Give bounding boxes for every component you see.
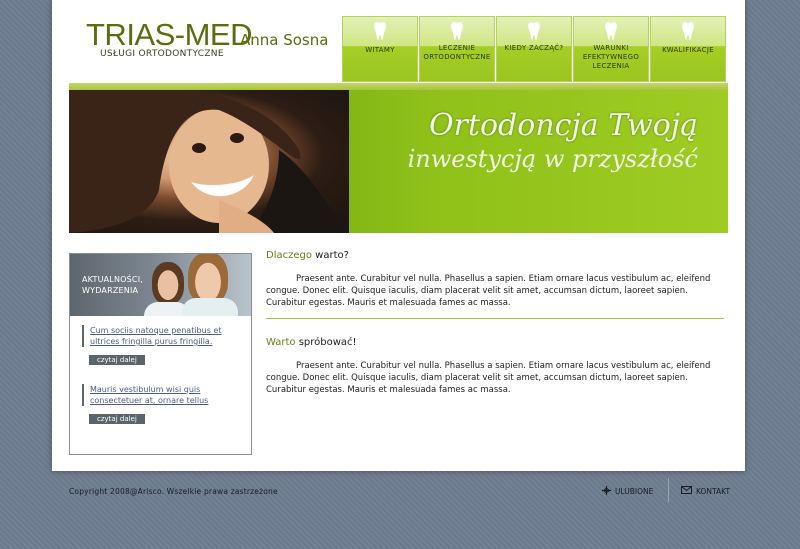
nav-label: KIEDY ZACZĄĆ? <box>504 44 564 52</box>
child-photo <box>69 87 349 233</box>
logo[interactable]: TRIAS-MED Anna Sosna USŁUGI ORTODONTYCZN… <box>86 18 346 68</box>
tooth-icon <box>420 21 494 43</box>
favorites-link[interactable]: ULUBIONE <box>602 486 653 497</box>
section-divider <box>266 318 724 319</box>
tooth-icon <box>651 21 725 43</box>
hero-banner: Ortodoncja Twoją inwestycją w przyszłość <box>69 83 728 233</box>
banner-title-line2: inwestycją w przyszłość <box>407 145 698 173</box>
news-link[interactable]: Mauris vestibulum wisi quis consectetuer… <box>90 384 240 406</box>
logo-main-text: TRIAS-MED <box>86 17 253 52</box>
favorites-label: ULUBIONE <box>615 487 654 496</box>
news-box: AKTUALNOŚCI, WYDARZENIA Cum sociis natoq… <box>69 253 252 455</box>
section-body: Praesent ante. Curabitur vel nulla. Phas… <box>266 274 711 308</box>
main-content: Dlaczego warto? Praesent ante. Curabitur… <box>266 250 724 396</box>
tooth-icon <box>343 21 417 43</box>
nav-label: WARUNKI EFEKTYWNEGO LECZENIA <box>582 44 640 70</box>
section-heading: Warto spróbować! <box>266 337 724 348</box>
nav-item-warunki[interactable]: WARUNKI EFEKTYWNEGO LECZENIA <box>573 16 649 82</box>
section-body: Praesent ante. Curabitur vel nulla. Phas… <box>266 361 711 395</box>
banner-title-line1: Ortodoncja Twoją <box>428 108 698 143</box>
nav-item-leczenie[interactable]: LECZENIE ORTODONTYCZNE <box>419 16 495 82</box>
contact-label: KONTAKT <box>696 486 731 496</box>
nav-item-kwalifikacje[interactable]: KWALIFIKACJE <box>650 16 726 82</box>
footer-copyright: Copyright 2008@Arisco. Wszelkie prawa za… <box>69 487 278 496</box>
read-more-button[interactable]: czytaj dalej <box>89 414 145 424</box>
banner-title: Ortodoncja Twoją inwestycją w przyszłość <box>408 108 698 173</box>
news-item: Mauris vestibulum wisi quis consectetuer… <box>82 384 251 406</box>
news-header: AKTUALNOŚCI, WYDARZENIA <box>70 254 251 316</box>
footer-separator <box>668 478 669 502</box>
nav-item-witamy[interactable]: WITAMY <box>342 16 418 82</box>
read-more-button[interactable]: czytaj dalej <box>89 355 145 365</box>
crosshair-icon <box>602 486 611 497</box>
main-nav: WITAMY LECZENIE ORTODONTYCZNE KIEDY ZACZ… <box>342 16 726 82</box>
doctor-coat <box>182 298 238 316</box>
logo-owner-name: Anna Sosna <box>240 31 329 49</box>
section-heading-accent: Warto <box>266 337 296 348</box>
banner-strip <box>69 83 728 90</box>
page-container: TRIAS-MED Anna Sosna USŁUGI ORTODONTYCZN… <box>52 0 745 471</box>
news-link[interactable]: Cum sociis natoque penatibus et ultrices… <box>90 325 240 347</box>
contact-link[interactable]: KONTAKT <box>681 486 730 496</box>
section-heading-rest: warto? <box>311 250 349 261</box>
logo-subtitle: USŁUGI ORTODONTYCZNE <box>100 49 224 59</box>
nav-item-kiedy-zaczac[interactable]: KIEDY ZACZĄĆ? <box>496 16 572 82</box>
envelope-icon <box>681 486 692 496</box>
news-item: Cum sociis natoque penatibus et ultrices… <box>82 325 251 347</box>
news-title: AKTUALNOŚCI, WYDARZENIA <box>82 275 144 295</box>
nav-label: LECZENIE ORTODONTYCZNE <box>423 44 491 61</box>
section-heading-rest: spróbować! <box>295 337 357 348</box>
nav-label: KWALIFIKACJE <box>662 46 714 54</box>
tooth-icon <box>574 21 648 43</box>
doctor-photo <box>152 262 184 304</box>
doctor-photo <box>188 254 228 304</box>
tooth-icon <box>497 21 571 43</box>
nav-label: WITAMY <box>365 46 395 54</box>
section-heading-accent: Dlaczego <box>266 250 312 261</box>
section-heading: Dlaczego warto? <box>266 250 724 261</box>
